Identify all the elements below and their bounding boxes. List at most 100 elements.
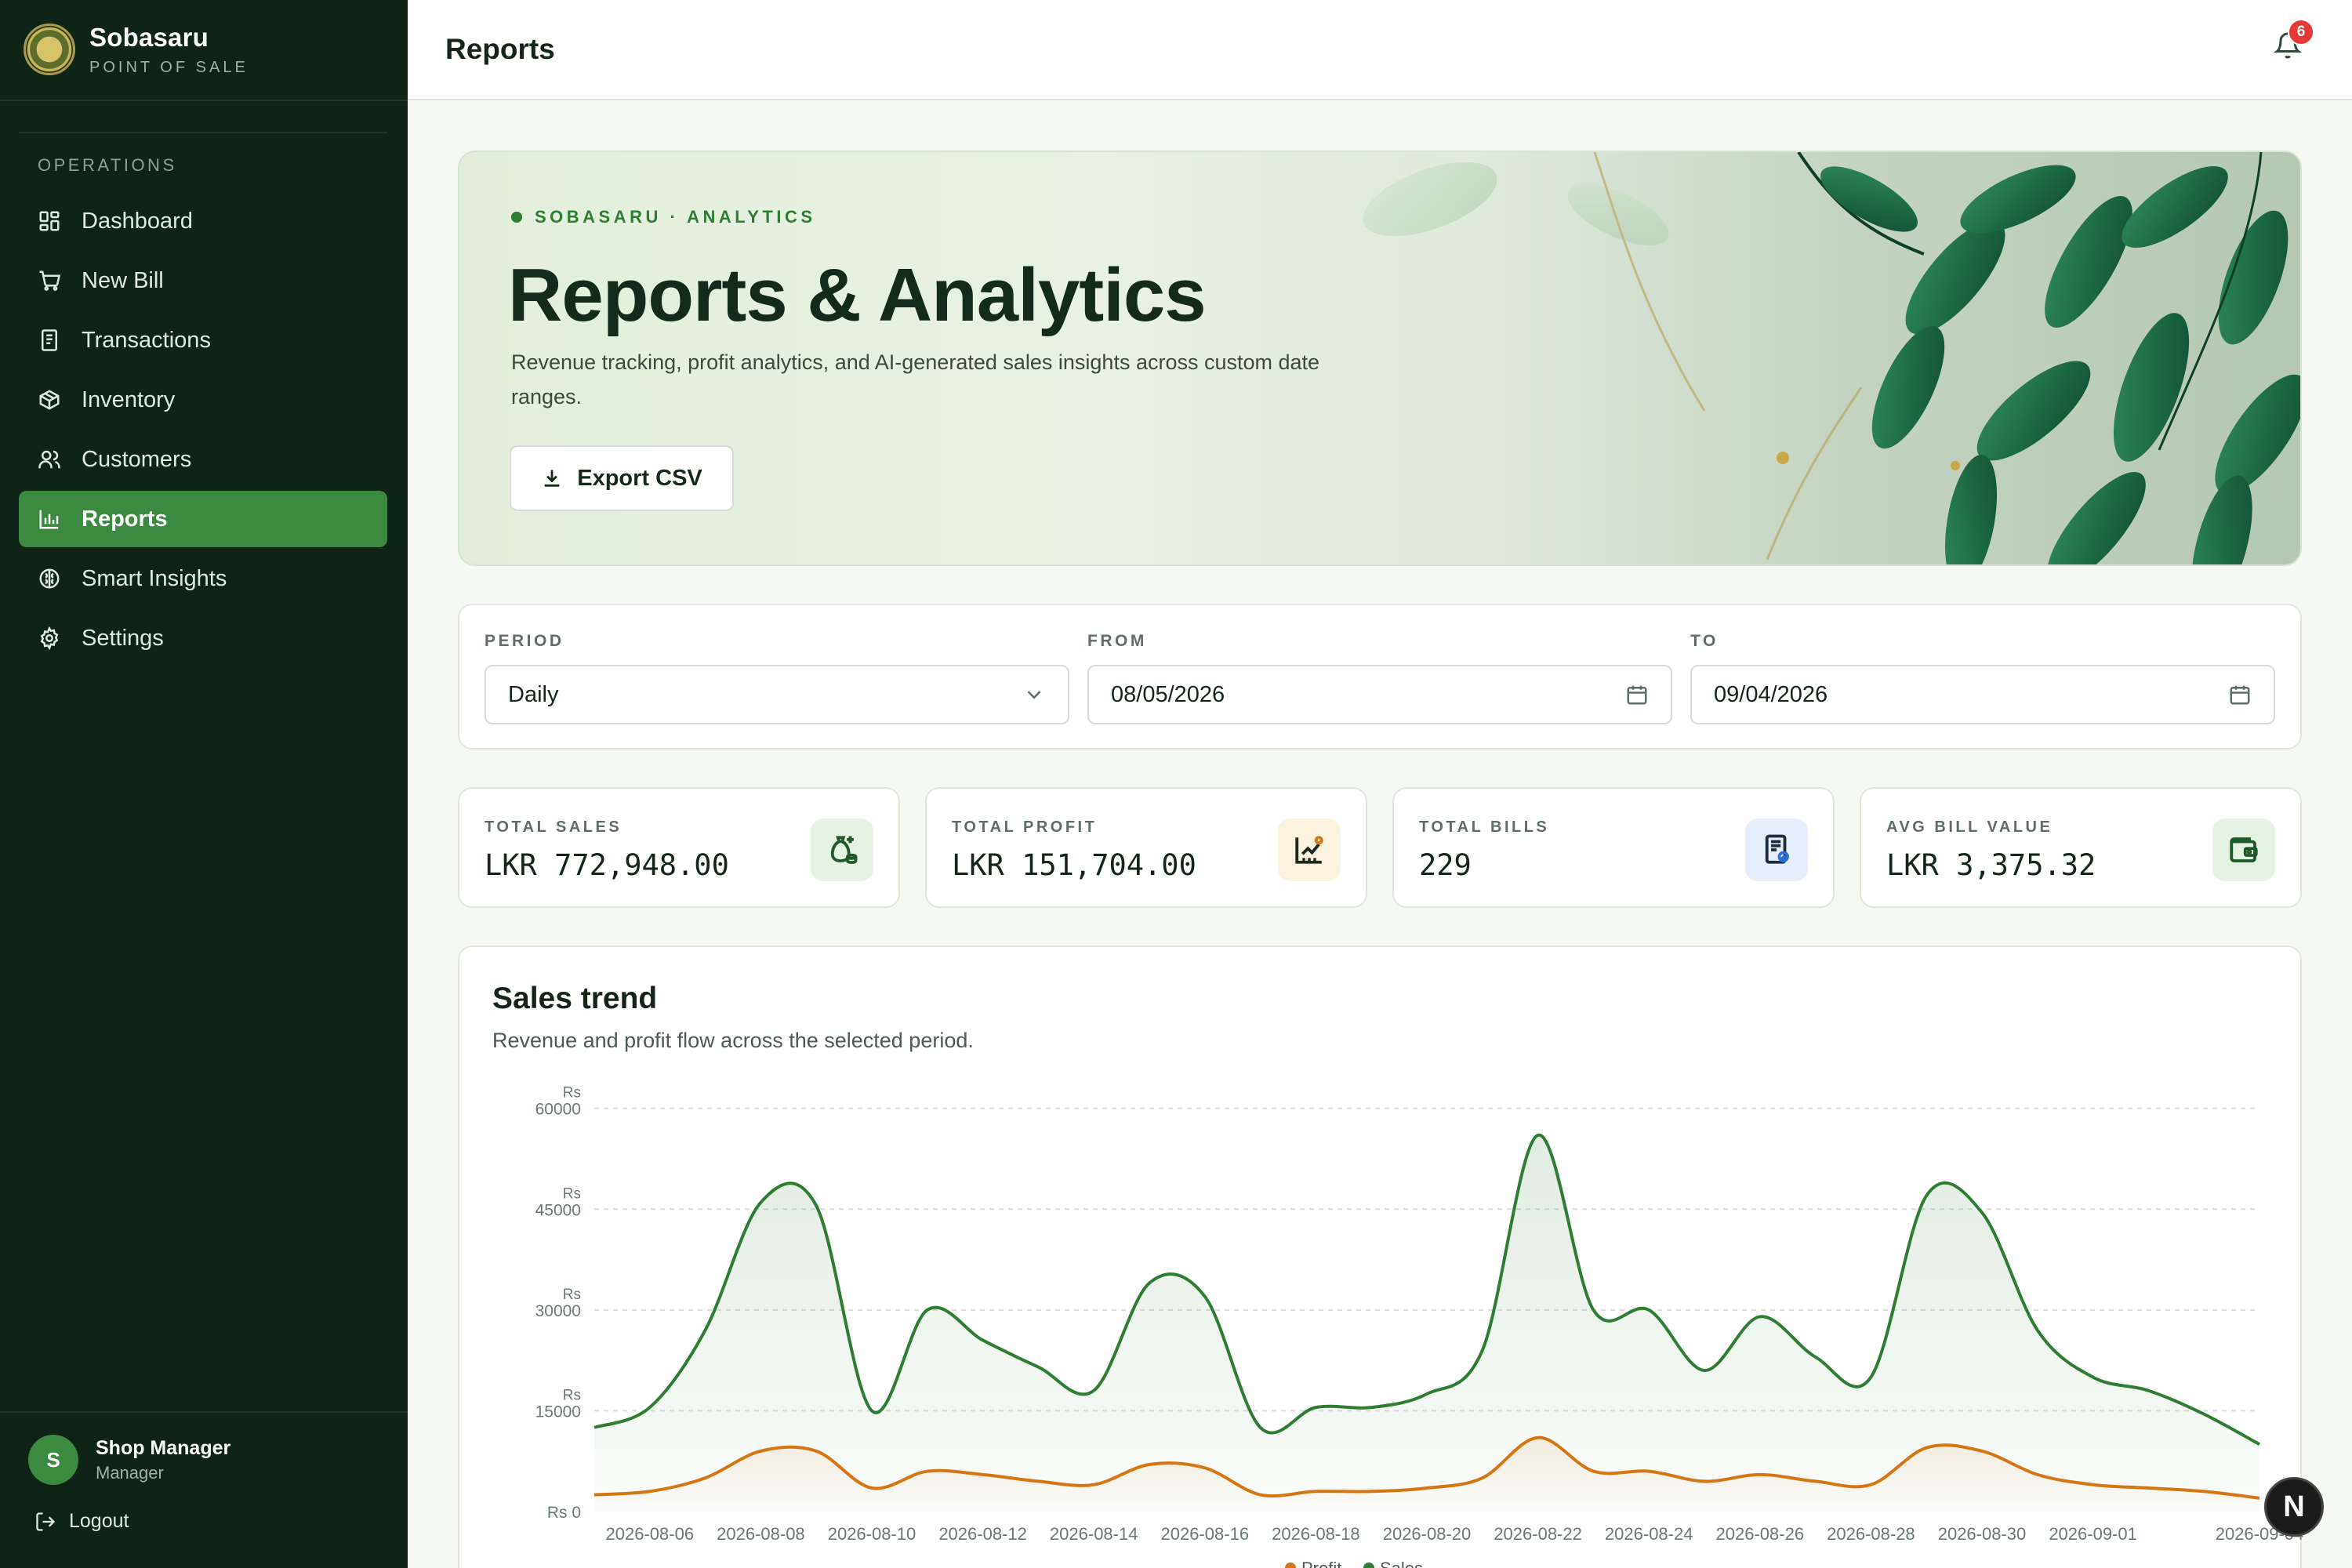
sidebar-item-reports[interactable]: Reports — [19, 491, 387, 547]
x-tick-label: 2026-08-06 — [606, 1524, 695, 1544]
user-profile[interactable]: S Shop Manager Manager — [28, 1435, 230, 1485]
x-tick-label: 2026-08-26 — [1716, 1524, 1805, 1544]
user-name: Shop Manager — [96, 1436, 231, 1459]
leaves-illustration — [1363, 152, 2300, 564]
calendar-icon[interactable] — [1625, 683, 1649, 706]
sales-trend-chart[interactable]: Rs 0Rs15000Rs30000Rs45000Rs600002026-08-… — [459, 947, 2303, 1568]
legend-label: Sales — [1380, 1559, 1423, 1568]
kpi-total-bills: TOTAL BILLS 229 — [1392, 787, 1835, 908]
from-date-value: 08/05/2026 — [1111, 681, 1225, 707]
nav-divider — [19, 132, 387, 133]
from-field: FROM 08/05/2026 — [1087, 632, 1672, 724]
from-label: FROM — [1087, 632, 1147, 650]
hero-eyebrow-text: SOBASARU · ANALYTICS — [535, 207, 816, 227]
x-tick-label: 2026-08-08 — [717, 1524, 805, 1544]
kpi-value: LKR 772,948.00 — [485, 848, 729, 882]
sales-trend-card: Sales trend Revenue and profit flow acro… — [458, 946, 2303, 1568]
x-tick-label: 2026-08-20 — [1383, 1524, 1472, 1544]
kpi-value: LKR 3,375.32 — [1886, 848, 2096, 882]
section-label-operations: OPERATIONS — [38, 155, 177, 175]
chevron-down-icon — [1027, 691, 1041, 699]
hero-banner: SOBASARU · ANALYTICS Reports & Analytics… — [458, 151, 2302, 566]
brand-logo — [24, 24, 75, 75]
x-tick-label: 2026-08-16 — [1161, 1524, 1250, 1544]
y-tick-label: Rs — [563, 1185, 581, 1202]
hero-title: Reports & Analytics — [508, 253, 1207, 337]
x-tick-label: 2026-08-30 — [1938, 1524, 2027, 1544]
download-icon — [544, 470, 560, 487]
calendar-icon[interactable] — [2228, 683, 2252, 706]
page-title: Reports — [445, 33, 555, 65]
sidebar-item-dashboard[interactable]: Dashboard — [19, 193, 387, 249]
sidebar-item-label: New Bill — [82, 267, 164, 293]
brand-name: Sobasaru — [89, 22, 209, 52]
kpi-avg-bill-value: AVG BILL VALUE LKR 3,375.32 — [1860, 787, 2302, 908]
kpi-total-profit: TOTAL PROFIT LKR 151,704.00 — [925, 787, 1367, 908]
period-label: PERIOD — [485, 632, 564, 650]
sidebar-nav: Dashboard New Bill Transactions Inventor… — [19, 193, 387, 670]
export-csv-label: Export CSV — [577, 465, 702, 491]
y-tick-label: Rs 0 — [547, 1504, 581, 1522]
kpi-label: TOTAL PROFIT — [952, 818, 1098, 836]
kpi-total-sales: TOTAL SALES LKR 772,948.00 — [458, 787, 900, 908]
y-tick-label: 60000 — [535, 1101, 581, 1119]
x-tick-label: 2026-08-18 — [1272, 1524, 1360, 1544]
brain-icon — [38, 567, 61, 590]
export-csv-button[interactable]: Export CSV — [510, 445, 734, 511]
money-bag-icon — [811, 818, 873, 881]
sidebar-item-label: Settings — [82, 625, 164, 651]
users-icon — [38, 448, 61, 471]
sidebar-item-inventory[interactable]: Inventory — [19, 372, 387, 428]
date-filters: PERIOD Daily FROM 08/05/2026 TO 09/04/20… — [458, 604, 2302, 750]
legend-label: Profit — [1301, 1559, 1341, 1568]
sidebar-item-label: Smart Insights — [82, 565, 227, 591]
kpi-label: TOTAL SALES — [485, 818, 622, 836]
bill-icon — [1745, 818, 1808, 881]
sidebar-item-settings[interactable]: Settings — [19, 610, 387, 666]
series-area-sales — [594, 1134, 2259, 1512]
sidebar: Sobasaru POINT OF SALE OPERATIONS Dashbo… — [0, 0, 408, 1568]
y-tick-label: 30000 — [535, 1302, 581, 1320]
from-date-input[interactable]: 08/05/2026 — [1087, 665, 1672, 724]
wallet-icon — [2212, 818, 2275, 881]
sidebar-item-label: Reports — [82, 506, 168, 532]
x-tick-label: 2026-08-28 — [1827, 1524, 1915, 1544]
logout-button[interactable]: Logout — [34, 1510, 129, 1533]
logout-icon — [36, 1512, 56, 1531]
y-tick-label: Rs — [563, 1387, 581, 1403]
gear-icon — [38, 626, 61, 650]
assistant-fab[interactable]: N — [2264, 1477, 2324, 1537]
receipt-icon — [38, 328, 61, 352]
y-tick-label: Rs — [563, 1287, 581, 1303]
x-tick-label: 2026-08-10 — [828, 1524, 916, 1544]
y-tick-label: Rs — [563, 1085, 581, 1102]
period-select[interactable]: Daily — [485, 665, 1069, 724]
to-label: TO — [1690, 632, 1719, 650]
sidebar-item-transactions[interactable]: Transactions — [19, 312, 387, 368]
kpi-value: 229 — [1419, 848, 1472, 882]
brand-subtitle: POINT OF SALE — [89, 58, 249, 76]
brand[interactable]: Sobasaru POINT OF SALE — [24, 22, 392, 77]
kpi-label: AVG BILL VALUE — [1886, 818, 2053, 836]
to-field: TO 09/04/2026 — [1690, 632, 2275, 724]
bar-chart-icon — [38, 507, 61, 531]
user-role: Manager — [96, 1462, 164, 1483]
box-icon — [38, 388, 61, 412]
to-date-input[interactable]: 09/04/2026 — [1690, 665, 2275, 724]
sidebar-bottom-divider — [0, 1411, 408, 1413]
x-tick-label: 2026-08-24 — [1605, 1524, 1693, 1544]
sidebar-item-smart-insights[interactable]: Smart Insights — [19, 550, 387, 607]
brand-divider — [0, 100, 408, 101]
x-tick-label: 2026-08-12 — [938, 1524, 1027, 1544]
x-tick-label: 2026-08-22 — [1494, 1524, 1582, 1544]
logout-label: Logout — [69, 1510, 129, 1532]
topbar: Reports 6 — [408, 0, 2352, 100]
sidebar-item-new-bill[interactable]: New Bill — [19, 252, 387, 309]
period-value: Daily — [508, 681, 559, 707]
sidebar-item-customers[interactable]: Customers — [19, 431, 387, 488]
legend-swatch — [1285, 1563, 1296, 1568]
kpi-label: TOTAL BILLS — [1419, 818, 1550, 836]
sidebar-item-label: Customers — [82, 446, 192, 472]
sidebar-item-label: Inventory — [82, 387, 176, 412]
x-tick-label: 2026-09-01 — [2049, 1524, 2137, 1544]
